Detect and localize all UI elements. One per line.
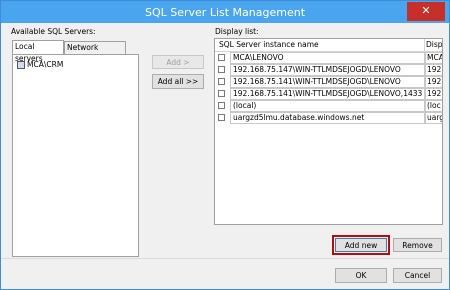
- column-header-instance-name[interactable]: SQL Server instance name: [215, 39, 425, 51]
- display-name-cell[interactable]: 192: [425, 64, 442, 76]
- instance-name-cell[interactable]: uargzd5lmu.database.windows.net: [230, 112, 425, 124]
- table-row[interactable]: 192.168.75.147\WIN-TTLMDSEJOGD\LENOVO 19…: [215, 64, 442, 76]
- row-checkbox[interactable]: [218, 66, 225, 73]
- cancel-button[interactable]: Cancel: [393, 268, 442, 283]
- local-servers-tree[interactable]: MCA\CRM: [12, 54, 139, 257]
- display-name-cell[interactable]: 192: [425, 88, 442, 100]
- instance-name-cell[interactable]: MCA\LENOVO: [230, 52, 425, 64]
- display-list-label: Display list:: [215, 27, 259, 36]
- row-checkbox[interactable]: [218, 102, 225, 109]
- add-button[interactable]: Add >: [152, 55, 204, 69]
- instance-name-cell[interactable]: 192.168.75.141\WIN-TTLMDSEJOGD\LENOVO,14…: [230, 88, 425, 100]
- close-button[interactable]: ✕: [407, 2, 445, 21]
- display-name-cell[interactable]: (loc: [425, 100, 442, 112]
- instance-name-cell[interactable]: 192.168.75.141\WIN-TTLMDSEJOGD\LENOVO: [230, 76, 425, 88]
- column-header-display-name[interactable]: Disp: [425, 39, 442, 51]
- ok-button[interactable]: OK: [335, 268, 387, 283]
- add-new-button[interactable]: Add new: [332, 235, 390, 255]
- table-row[interactable]: uargzd5lmu.database.windows.net uarg: [215, 112, 442, 124]
- row-checkbox[interactable]: [218, 90, 225, 97]
- display-name-cell[interactable]: 192: [425, 76, 442, 88]
- display-name-cell[interactable]: uarg: [425, 112, 442, 124]
- available-servers-label: Available SQL Servers:: [11, 27, 96, 36]
- table-row[interactable]: MCA\LENOVO MCA: [215, 52, 442, 64]
- instance-name-cell[interactable]: 192.168.75.147\WIN-TTLMDSEJOGD\LENOVO: [230, 64, 425, 76]
- add-all-button[interactable]: Add all >>: [152, 74, 204, 89]
- title-bar: SQL Server List Management ✕: [1, 1, 449, 23]
- row-checkbox[interactable]: [218, 114, 225, 121]
- table-row[interactable]: (local) (loc: [215, 100, 442, 112]
- table-row[interactable]: 192.168.75.141\WIN-TTLMDSEJOGD\LENOVO,14…: [215, 88, 442, 100]
- row-checkbox[interactable]: [218, 78, 225, 85]
- grid-header: SQL Server instance name Disp: [215, 39, 442, 52]
- instance-name-cell[interactable]: (local): [230, 100, 425, 112]
- sql-server-list-dialog: SQL Server List Management ✕ Available S…: [0, 0, 450, 290]
- table-row[interactable]: 192.168.75.141\WIN-TTLMDSEJOGD\LENOVO 19…: [215, 76, 442, 88]
- remove-button[interactable]: Remove: [393, 238, 442, 252]
- row-checkbox[interactable]: [218, 54, 225, 61]
- tab-local-servers[interactable]: Local servers: [12, 40, 64, 63]
- divider: [1, 258, 449, 259]
- display-list-grid[interactable]: SQL Server instance name Disp MCA\LENOVO…: [214, 38, 443, 225]
- display-name-cell[interactable]: MCA: [425, 52, 442, 64]
- tab-network-servers[interactable]: Network servers: [64, 41, 126, 64]
- dialog-body: Available SQL Servers: Local servers Net…: [1, 23, 449, 289]
- window-title: SQL Server List Management: [144, 6, 306, 19]
